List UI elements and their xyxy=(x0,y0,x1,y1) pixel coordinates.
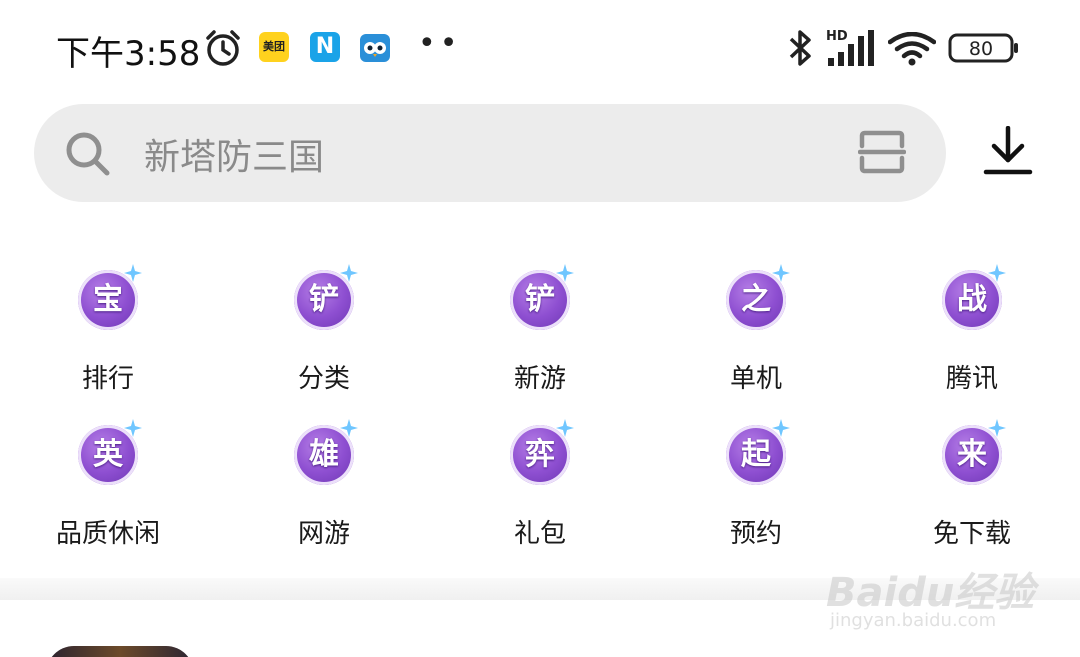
wifi-icon xyxy=(888,32,936,66)
category-item-new-games[interactable]: 铲 新游 xyxy=(432,264,648,420)
category-badge-icon: 战 xyxy=(942,264,1006,330)
signal-strength-icon: HD xyxy=(826,29,874,66)
category-item-category[interactable]: 铲 分类 xyxy=(216,264,432,420)
category-badge-icon: 弈 xyxy=(510,419,574,485)
category-label: 新游 xyxy=(513,364,566,394)
category-label: 排行 xyxy=(81,364,134,394)
bluetooth-icon xyxy=(789,30,811,66)
category-badge-icon: 之 xyxy=(726,264,790,330)
category-label: 免下载 xyxy=(932,519,1011,549)
download-icon[interactable] xyxy=(982,126,1034,176)
search-icon[interactable] xyxy=(64,130,112,178)
category-item-single-player[interactable]: 之 单机 xyxy=(648,264,864,420)
category-label: 预约 xyxy=(729,519,782,549)
category-badge-icon: 铲 xyxy=(510,264,574,330)
category-label: 分类 xyxy=(297,364,350,394)
baidu-watermark: Baidu经验 jingyan.baidu.com xyxy=(826,548,1036,638)
category-item-casual[interactable]: 英 品质休闲 xyxy=(0,419,216,575)
n-app-icon: N xyxy=(310,32,340,62)
status-bar: 下午3:58 美团 N •• HD 80 xyxy=(0,0,1080,96)
category-badge-icon: 英 xyxy=(78,419,142,485)
category-label: 腾讯 xyxy=(945,364,998,394)
category-item-gift-packs[interactable]: 弈 礼包 xyxy=(432,419,648,575)
search-input[interactable]: 新塔防三国 xyxy=(144,128,324,180)
category-badge-icon: 宝 xyxy=(78,264,142,330)
scan-icon[interactable] xyxy=(858,130,906,174)
status-time: 下午3:58 xyxy=(56,34,201,74)
game-thumbnail[interactable] xyxy=(46,646,194,657)
network-type-label: HD xyxy=(826,29,848,44)
category-badge-icon: 起 xyxy=(726,419,790,485)
alarm-clock-icon xyxy=(206,30,240,66)
category-item-online-games[interactable]: 雄 网游 xyxy=(216,419,432,575)
category-item-ranking[interactable]: 宝 排行 xyxy=(0,264,216,420)
category-badge-icon: 雄 xyxy=(294,419,358,485)
category-badge-icon: 铲 xyxy=(294,264,358,330)
category-label: 品质休闲 xyxy=(55,519,160,549)
owl-app-icon xyxy=(360,34,390,62)
category-label: 礼包 xyxy=(513,519,566,549)
more-notifications-icon: •• xyxy=(418,26,462,61)
category-label: 单机 xyxy=(729,364,782,394)
category-badge-icon: 来 xyxy=(942,419,1006,485)
category-item-tencent[interactable]: 战 腾讯 xyxy=(864,264,1080,420)
meituan-app-icon: 美团 xyxy=(259,32,289,62)
watermark-url: jingyan.baidu.com xyxy=(830,610,997,631)
battery-icon: 80 xyxy=(948,32,1020,64)
battery-level: 80 xyxy=(969,38,993,60)
category-label: 网游 xyxy=(297,519,350,549)
